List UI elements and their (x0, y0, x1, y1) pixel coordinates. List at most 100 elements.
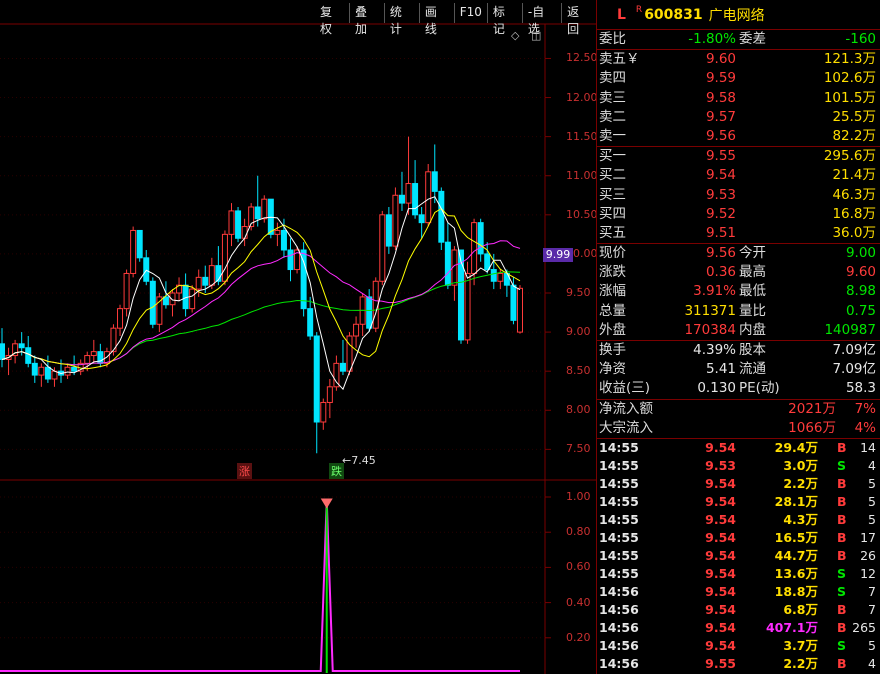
toolbar-button-1[interactable]: 叠加 (348, 3, 384, 36)
toolbar-button-7[interactable]: 返回 (561, 3, 596, 36)
candle-body (431, 171, 438, 192)
capital-flow: 净流入额 2021万 7% 大宗流入 1066万 4% (597, 400, 880, 438)
rise-marker[interactable]: 涨 (237, 463, 252, 479)
toolbar-button-0[interactable]: 复权 (315, 3, 349, 36)
trade-direction: B (837, 439, 847, 455)
candle-body (228, 210, 235, 235)
sell-price: 9.60 (705, 51, 736, 68)
kline-chart-area[interactable]: 复权 叠加 统计 画线 F10 标记 -自选 返回 ◇ ◫ 12.50 12.00 11.50 11… (0, 0, 598, 674)
trade-volume: 13.6万 (774, 565, 818, 581)
trade-price: 9.54 (705, 565, 736, 581)
current-price-tag: 9.99 (543, 248, 573, 262)
price-tick-label: 10.50 (566, 207, 598, 221)
trade-row: 14:55 9.54 28.1万 B 5 (597, 493, 880, 511)
trade-price: 9.55 (705, 655, 736, 671)
toolbar-button-2[interactable]: 统计 (383, 3, 419, 36)
trade-count: 265 (852, 619, 876, 635)
trade-time: 14:56 (599, 601, 639, 617)
level-indicator[interactable]: L (617, 7, 626, 23)
candle-body (149, 280, 156, 325)
candle-body (339, 362, 346, 372)
indicator-tick-label: 0.60 (566, 560, 591, 574)
sell-volume: 25.5万 (832, 108, 876, 125)
buy-volume: 295.6万 (823, 148, 876, 165)
trade-count: 7 (868, 583, 876, 599)
trade-time: 14:55 (599, 457, 639, 473)
candle-body (221, 233, 228, 282)
quote-label: 涨跌 (599, 264, 626, 281)
sell-volume: 102.6万 (823, 70, 876, 87)
indicator-tick-label: 0.40 (566, 595, 591, 609)
lowest-price-label: ←7.45 (342, 454, 376, 467)
trade-direction: B (837, 493, 847, 509)
candle-body (195, 276, 202, 290)
buy-volume: 16.8万 (832, 205, 876, 222)
trade-direction: B (837, 529, 847, 545)
trade-row: 14:56 9.54 6.8万 B 7 (597, 601, 880, 619)
quote-value: 140987 (824, 321, 876, 338)
candle-body (254, 206, 261, 220)
sell-level-label: 卖二 (599, 108, 626, 125)
trade-row: 14:56 9.55 2.2万 B 4 (597, 655, 880, 673)
quote-row: 涨跌 0.36 最高 9.60 (597, 263, 880, 282)
buy-price: 9.54 (705, 167, 736, 184)
indicator-tick-label: 1.00 (566, 490, 591, 503)
trade-row: 14:56 9.54 18.8万 S 7 (597, 583, 880, 601)
candle-body (64, 366, 71, 376)
sell-volume: 82.2万 (832, 127, 876, 144)
trade-row: 14:56 9.54 407.1万 B 265 (597, 619, 880, 637)
quote-label: 最高 (739, 264, 766, 281)
trade-time: 14:55 (599, 439, 639, 455)
candle-body (0, 343, 5, 360)
finance-stats: 换手 4.39% 股本 7.09亿 净资 5.41 流通 7.09亿 收益(三) 0.130 PE(… (597, 341, 880, 399)
candle-body (18, 343, 25, 349)
buy-price: 9.55 (705, 148, 736, 165)
quote-label: 涨幅 (599, 283, 626, 300)
trade-time: 14:55 (599, 511, 639, 527)
candle-body (117, 308, 124, 329)
finance-label: 收益(三) (599, 380, 651, 397)
candle-body (510, 284, 517, 321)
fall-marker[interactable]: 跌 (329, 463, 344, 479)
sell-level-label: 卖四 (599, 70, 626, 87)
finance-label: PE(动) (739, 380, 780, 397)
price-tick-label: 12.50 (566, 51, 598, 65)
trade-direction: S (837, 637, 847, 653)
flow-label: 净流入额 (599, 400, 653, 417)
toolbar-button-6[interactable]: -自选 (521, 3, 561, 36)
toolbar-button-5[interactable]: 标记 (486, 3, 522, 36)
sell-price: 9.57 (705, 108, 736, 125)
trade-volume: 28.1万 (774, 493, 818, 509)
flow-percent: 4% (854, 419, 876, 436)
candle-body (471, 222, 478, 274)
trade-count: 7 (868, 601, 876, 617)
chart-mode-icons[interactable]: ◇ ◫ (511, 29, 545, 42)
candle-body (38, 366, 45, 376)
trade-row: 14:55 9.54 44.7万 B 26 (597, 547, 880, 565)
candle-body (51, 370, 58, 380)
candle-body (353, 323, 360, 337)
tick-trades-list[interactable]: 14:55 9.54 29.4万 B 14 14:55 9.53 3.0万 S 4 14:55 9.5… (597, 439, 880, 673)
kline-chart[interactable] (0, 0, 596, 674)
toolbar-button-4[interactable]: F10 (453, 3, 487, 23)
candle-body (425, 171, 432, 224)
buy-level-row: 买二 9.54 21.4万 (597, 166, 880, 185)
candle-body (90, 351, 97, 357)
buy-level-row: 买四 9.52 16.8万 (597, 205, 880, 224)
finance-value: 7.09亿 (832, 361, 876, 378)
trade-price: 9.54 (705, 619, 736, 635)
trade-count: 12 (860, 565, 876, 581)
candle-body (84, 355, 91, 364)
candle-body (307, 308, 314, 337)
price-tick-label: 8.50 (566, 364, 591, 378)
finance-value: 58.3 (845, 380, 876, 397)
candle-body (202, 276, 209, 286)
trade-time: 14:55 (599, 565, 639, 581)
buy-volume: 36.0万 (832, 224, 876, 241)
quote-value: 9.60 (845, 264, 876, 281)
quote-row: 涨幅 3.91% 最低 8.98 (597, 282, 880, 301)
toolbar-button-3[interactable]: 画线 (418, 3, 454, 36)
quote-label: 现价 (599, 245, 626, 262)
quote-value: 9.56 (705, 245, 736, 262)
quote-row: 外盘 170384 内盘 140987 (597, 321, 880, 340)
